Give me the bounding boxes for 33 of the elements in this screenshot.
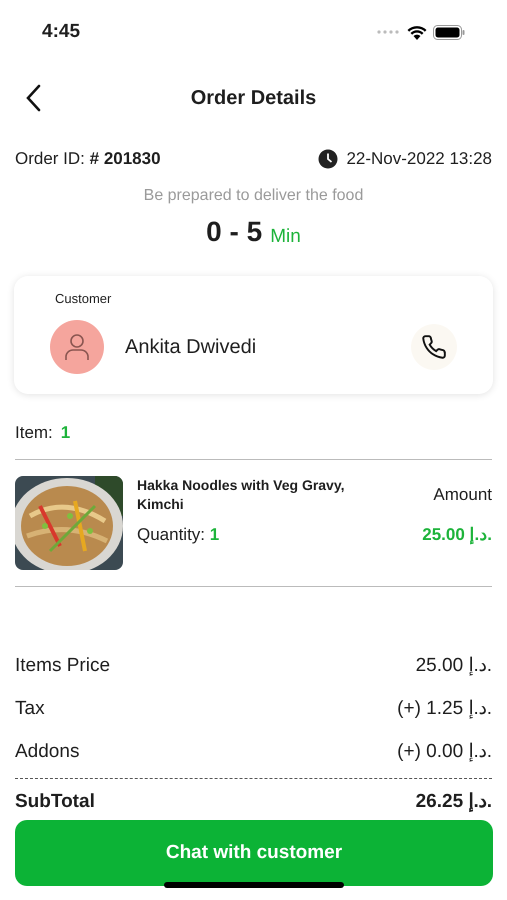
order-datetime: 22-Nov-2022 13:28 (346, 148, 492, 170)
price-label: Tax (15, 697, 45, 722)
status-time: 4:45 (42, 20, 80, 44)
item-count: 1 (60, 422, 70, 444)
back-icon (25, 84, 41, 112)
time-unit: Min (270, 226, 301, 246)
wifi-icon (407, 24, 427, 40)
phone-icon (421, 334, 447, 360)
page-title: Order Details (190, 86, 316, 111)
delivery-time: 0 - 5 (206, 218, 262, 246)
price-value: 25.00 د.إ. (416, 654, 492, 678)
order-id: Order ID: # 201830 (15, 148, 161, 170)
amount-label: Amount (433, 484, 492, 506)
preparation-note: Be prepared to deliver the food (142, 186, 364, 206)
call-button[interactable] (411, 324, 457, 370)
quantity-value: 1 (210, 525, 220, 544)
price-value: (+) 0.00 د.إ. (397, 740, 492, 764)
item-name: Hakka Noodles with Veg Gravy, Kimchi (137, 476, 346, 514)
battery-icon (433, 24, 465, 40)
avatar-icon (50, 320, 104, 374)
price-label: SubTotal (15, 790, 95, 814)
item-count-label: Item: (15, 422, 53, 444)
price-value: 26.25 د.إ. (416, 790, 492, 814)
clock-icon (318, 148, 338, 169)
chat-button[interactable]: Chat with customer (15, 820, 493, 886)
quantity-label: Quantity: (137, 525, 206, 544)
item-amount: 25.00 د.إ. (422, 524, 492, 546)
signal-icon (377, 30, 401, 34)
price-label: Addons (15, 740, 80, 764)
price-value: (+) 1.25 د.إ. (397, 697, 492, 722)
price-label: Items Price (15, 654, 110, 678)
customer-label: Customer (55, 290, 112, 308)
customer-name: Ankita Dwivedi (125, 335, 256, 360)
